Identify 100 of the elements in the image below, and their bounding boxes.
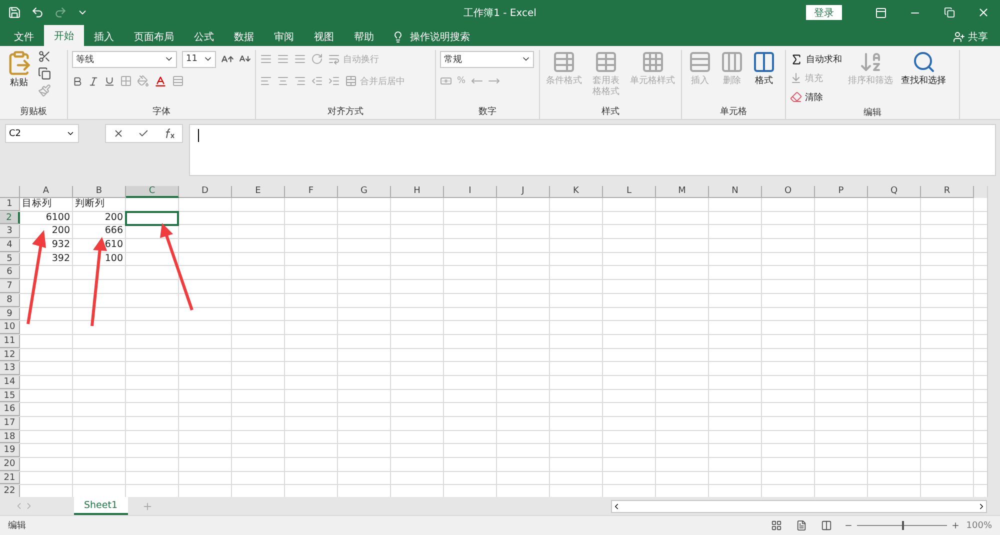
function-icon[interactable] xyxy=(163,128,175,139)
border-icon[interactable] xyxy=(120,75,132,87)
column-header[interactable]: G xyxy=(338,186,391,198)
underline-icon[interactable] xyxy=(104,76,115,86)
ribbon-tab[interactable]: 页面布局 xyxy=(124,27,184,46)
row-header[interactable]: 11 xyxy=(0,334,20,348)
top-align-icon[interactable] xyxy=(260,53,272,65)
redo-icon[interactable] xyxy=(54,6,67,19)
middle-align-icon[interactable] xyxy=(277,53,289,65)
row-header[interactable]: 13 xyxy=(0,362,20,375)
bottom-align-icon[interactable] xyxy=(294,53,306,65)
active-cell[interactable] xyxy=(125,210,179,226)
indent-decrease-icon[interactable] xyxy=(311,75,323,87)
copy-icon[interactable] xyxy=(38,67,51,80)
row-header[interactable]: 16 xyxy=(0,403,20,416)
row-header[interactable]: 5 xyxy=(0,252,20,266)
fill-color-icon[interactable] xyxy=(137,75,149,87)
share-button[interactable]: 共享 xyxy=(953,27,1000,46)
formula-bar[interactable] xyxy=(189,124,996,176)
row-header[interactable]: 12 xyxy=(0,348,20,362)
ribbon-tab[interactable]: 公式 xyxy=(184,27,224,46)
row-header[interactable]: 14 xyxy=(0,376,20,389)
clear-button[interactable]: 清除 xyxy=(790,88,842,106)
sheet-tab[interactable]: Sheet1 xyxy=(74,497,128,515)
save-icon[interactable] xyxy=(8,6,21,19)
page-break-icon[interactable] xyxy=(821,520,832,531)
row-header[interactable]: 2 xyxy=(0,212,20,224)
align-right-icon[interactable] xyxy=(294,75,306,87)
column-header[interactable]: A xyxy=(20,186,73,198)
column-header[interactable]: M xyxy=(656,186,709,198)
table-cell-text: 932 xyxy=(50,239,71,252)
column-header[interactable]: P xyxy=(815,186,868,198)
column-header[interactable]: L xyxy=(603,186,656,198)
align-center-icon[interactable] xyxy=(277,75,289,87)
add-sheet-icon[interactable] xyxy=(142,500,153,512)
undo-icon[interactable] xyxy=(31,6,44,19)
row-header[interactable]: 21 xyxy=(0,472,20,484)
row-header[interactable]: 20 xyxy=(0,458,20,471)
horizontal-scrollbar[interactable] xyxy=(611,500,987,512)
column-header[interactable]: N xyxy=(709,186,762,198)
number-format-field[interactable]: 常规 xyxy=(440,50,534,68)
row-header[interactable]: 9 xyxy=(0,308,20,320)
column-header[interactable]: C xyxy=(126,186,179,198)
ribbon-tab[interactable]: 数据 xyxy=(224,27,264,46)
column-header[interactable]: E xyxy=(232,186,285,198)
find-select-button[interactable]: 查找和选择 xyxy=(899,50,948,106)
column-header[interactable]: Q xyxy=(868,186,921,198)
align-left-icon[interactable] xyxy=(260,75,272,87)
column-header[interactable]: J xyxy=(497,186,550,198)
column-header[interactable]: H xyxy=(391,186,444,198)
enter-icon[interactable] xyxy=(138,128,149,139)
row-header[interactable]: 18 xyxy=(0,430,20,444)
autosum-button[interactable]: 自动求和 xyxy=(790,50,842,68)
font-color-icon[interactable] xyxy=(154,74,167,88)
column-header[interactable]: I xyxy=(444,186,497,198)
row-header[interactable]: 15 xyxy=(0,390,20,402)
group-label: 单元格 xyxy=(719,106,748,119)
ribbon-tab[interactable]: 插入 xyxy=(84,27,124,46)
ribbon-tab[interactable]: 视图 xyxy=(304,27,344,46)
ribbon-tab[interactable]: 帮助 xyxy=(344,27,384,46)
paste-button[interactable]: 粘贴 xyxy=(4,50,34,105)
row-header[interactable]: 8 xyxy=(0,294,20,306)
zoom-in-icon[interactable] xyxy=(951,521,960,530)
column-header[interactable]: B xyxy=(73,186,126,198)
name-box[interactable]: C2 xyxy=(5,124,79,143)
font-name-field[interactable]: 等线 xyxy=(72,50,177,68)
column-header[interactable]: R xyxy=(921,186,974,198)
row-header[interactable]: 22 xyxy=(0,485,20,497)
row-header[interactable]: 17 xyxy=(0,417,20,430)
orientation-icon[interactable] xyxy=(311,53,323,65)
font-size-field[interactable]: 11 xyxy=(182,50,216,68)
cancel-icon[interactable] xyxy=(113,128,124,139)
ribbon-tab[interactable]: 文件 xyxy=(4,27,44,46)
column-header[interactable]: O xyxy=(762,186,815,198)
group-label: 字体 xyxy=(152,106,172,119)
row-header[interactable]: 3 xyxy=(0,225,20,238)
column-header[interactable]: F xyxy=(285,186,338,198)
table-cell-text: 200 xyxy=(104,212,124,224)
cell-button[interactable]: 格式 xyxy=(750,50,778,105)
sign-in-button[interactable]: 登录 xyxy=(806,5,842,20)
row-header[interactable]: 19 xyxy=(0,444,20,458)
bold-icon[interactable] xyxy=(72,76,83,86)
italic-icon[interactable] xyxy=(88,76,99,86)
column-header[interactable]: K xyxy=(550,186,603,198)
row-header[interactable]: 1 xyxy=(0,198,20,211)
cut-icon[interactable] xyxy=(38,50,51,63)
normal-view-icon[interactable] xyxy=(771,520,782,531)
ribbon-tab[interactable]: 开始 xyxy=(44,25,84,46)
currency-icon[interactable] xyxy=(440,75,452,87)
ribbon-tab[interactable]: 审阅 xyxy=(264,27,304,46)
column-header[interactable]: D xyxy=(179,186,232,198)
row-header[interactable]: 7 xyxy=(0,280,20,293)
row-header[interactable]: 4 xyxy=(0,239,20,252)
tell-me-search[interactable]: 操作说明搜索 xyxy=(410,30,470,44)
row-header[interactable]: 10 xyxy=(0,321,20,334)
row-header[interactable]: 6 xyxy=(0,266,20,280)
format-painter-icon[interactable] xyxy=(38,84,51,97)
page-layout-icon[interactable] xyxy=(796,520,808,531)
indent-increase-icon[interactable] xyxy=(328,75,340,87)
group-label: 样式 xyxy=(600,106,620,119)
